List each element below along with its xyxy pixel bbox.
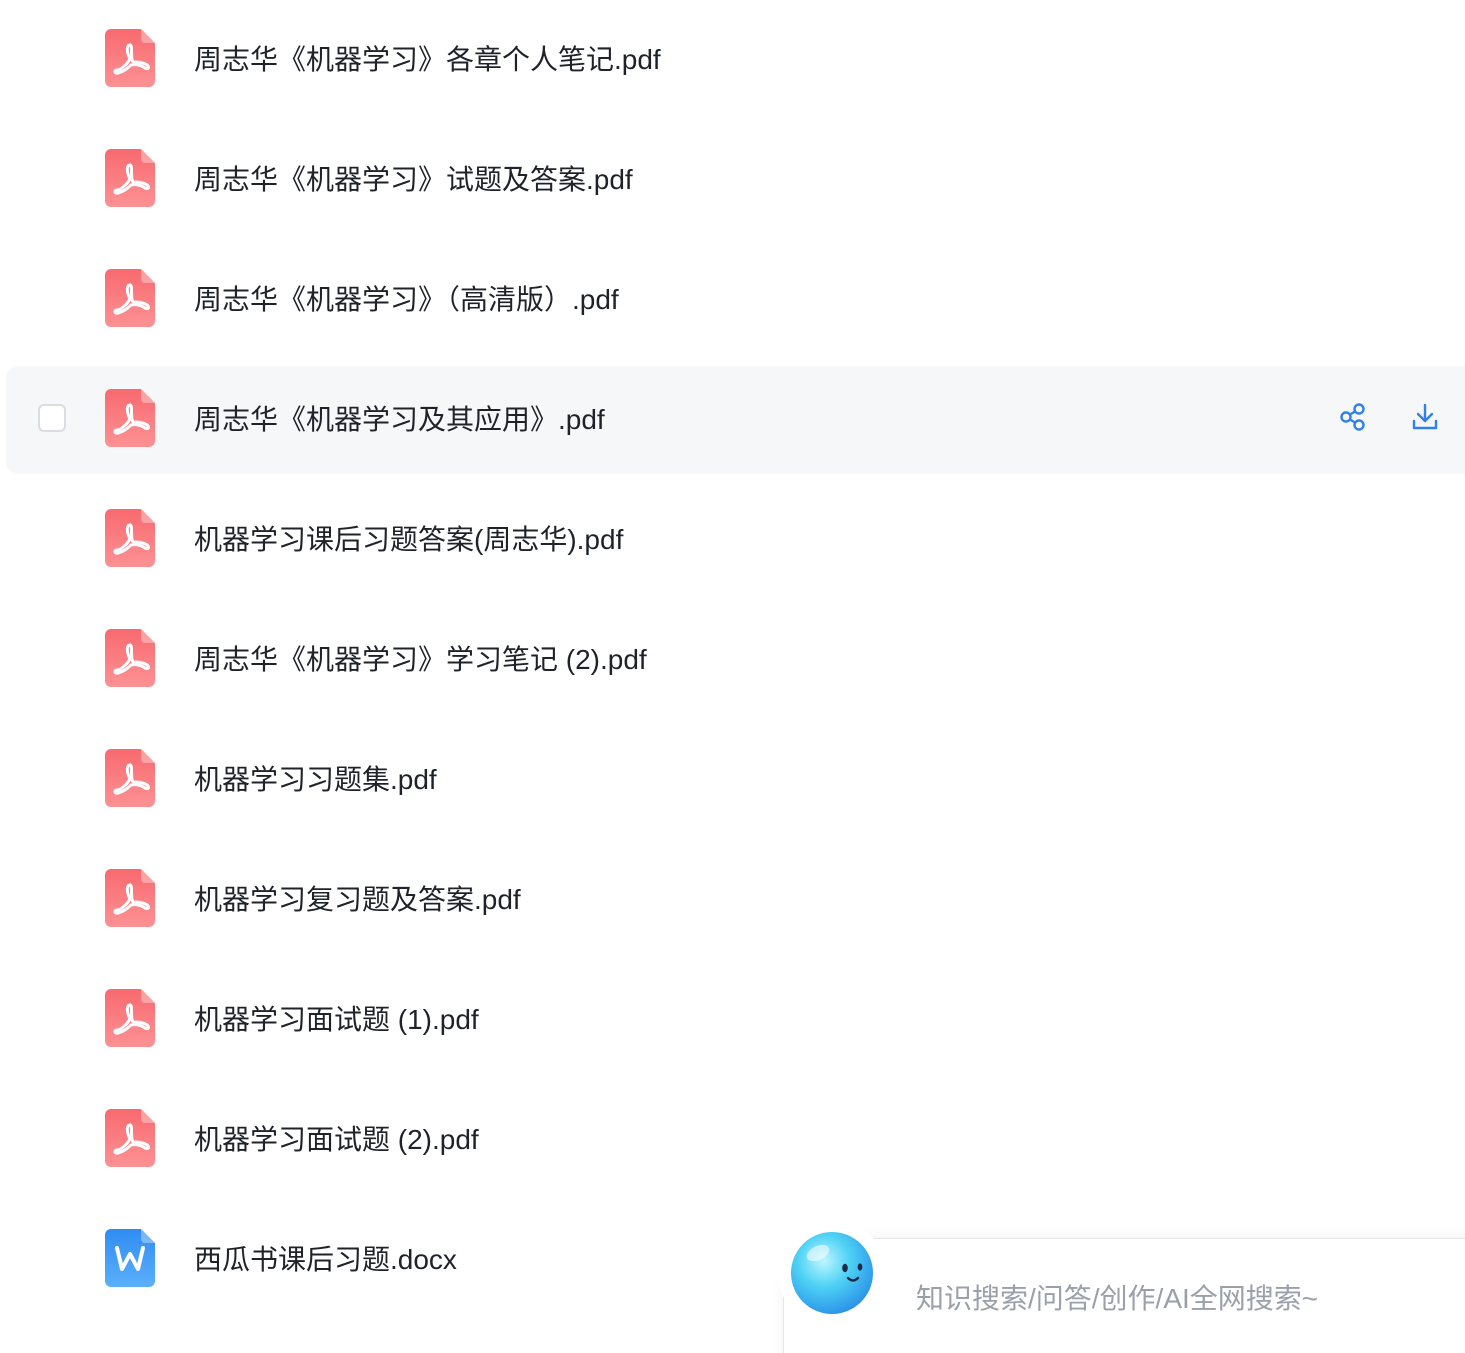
file-list: 周志华《机器学习》各章个人笔记.pdf 周志华《机器学习》试题及答案.pdf 周… <box>0 0 1465 1320</box>
pdf-file-icon <box>105 29 155 87</box>
file-name[interactable]: 西瓜书课后习题.docx <box>194 1200 457 1320</box>
download-button[interactable] <box>1408 400 1442 434</box>
file-row[interactable]: 机器学习面试题 (1).pdf <box>0 960 1465 1080</box>
file-row[interactable]: 机器学习面试题 (2).pdf <box>0 1080 1465 1200</box>
file-row[interactable]: 周志华《机器学习》（高清版）.pdf <box>0 240 1465 360</box>
pdf-file-icon <box>105 389 155 447</box>
share-icon <box>1340 403 1365 431</box>
file-name[interactable]: 周志华《机器学习》各章个人笔记.pdf <box>194 0 661 120</box>
assistant-search-placeholder[interactable]: 知识搜索/问答/创作/AI全网搜索~ <box>916 1277 1318 1317</box>
file-name[interactable]: 机器学习面试题 (2).pdf <box>194 1080 479 1200</box>
file-row[interactable]: 机器学习习题集.pdf <box>0 720 1465 840</box>
pdf-file-icon <box>105 149 155 207</box>
file-name[interactable]: 周志华《机器学习》（高清版）.pdf <box>194 240 619 360</box>
pdf-file-icon <box>105 269 155 327</box>
pdf-file-icon <box>105 869 155 927</box>
file-name[interactable]: 机器学习课后习题答案(周志华).pdf <box>194 480 623 600</box>
file-name[interactable]: 周志华《机器学习》试题及答案.pdf <box>194 120 633 240</box>
pdf-file-icon <box>105 989 155 1047</box>
pdf-file-icon <box>105 629 155 687</box>
assistant-mascot-icon <box>791 1232 873 1314</box>
pdf-file-icon <box>105 1109 155 1167</box>
file-row[interactable]: 周志华《机器学习》学习笔记 (2).pdf <box>0 600 1465 720</box>
file-row[interactable]: 周志华《机器学习》试题及答案.pdf <box>0 120 1465 240</box>
pdf-file-icon <box>105 509 155 567</box>
file-row[interactable]: 机器学习课后习题答案(周志华).pdf <box>0 480 1465 600</box>
file-name[interactable]: 机器学习习题集.pdf <box>194 720 437 840</box>
ai-assistant-bar[interactable]: 知识搜索/问答/创作/AI全网搜索~ <box>778 1219 1465 1353</box>
assistant-avatar[interactable] <box>778 1219 886 1327</box>
row-actions <box>1336 400 1442 436</box>
download-icon <box>1412 403 1438 430</box>
file-row[interactable]: 周志华《机器学习及其应用》.pdf <box>0 360 1465 480</box>
file-name[interactable]: 周志华《机器学习及其应用》.pdf <box>194 360 605 480</box>
pdf-file-icon <box>105 749 155 807</box>
file-name[interactable]: 机器学习复习题及答案.pdf <box>194 840 521 960</box>
file-row[interactable]: 周志华《机器学习》各章个人笔记.pdf <box>0 0 1465 120</box>
word-file-icon <box>105 1229 155 1287</box>
share-button[interactable] <box>1336 400 1370 434</box>
file-name[interactable]: 周志华《机器学习》学习笔记 (2).pdf <box>194 600 647 720</box>
file-row[interactable]: 机器学习复习题及答案.pdf <box>0 840 1465 960</box>
file-name[interactable]: 机器学习面试题 (1).pdf <box>194 960 479 1080</box>
file-list-page: 周志华《机器学习》各章个人笔记.pdf 周志华《机器学习》试题及答案.pdf 周… <box>0 0 1465 1353</box>
row-checkbox[interactable] <box>38 404 66 432</box>
